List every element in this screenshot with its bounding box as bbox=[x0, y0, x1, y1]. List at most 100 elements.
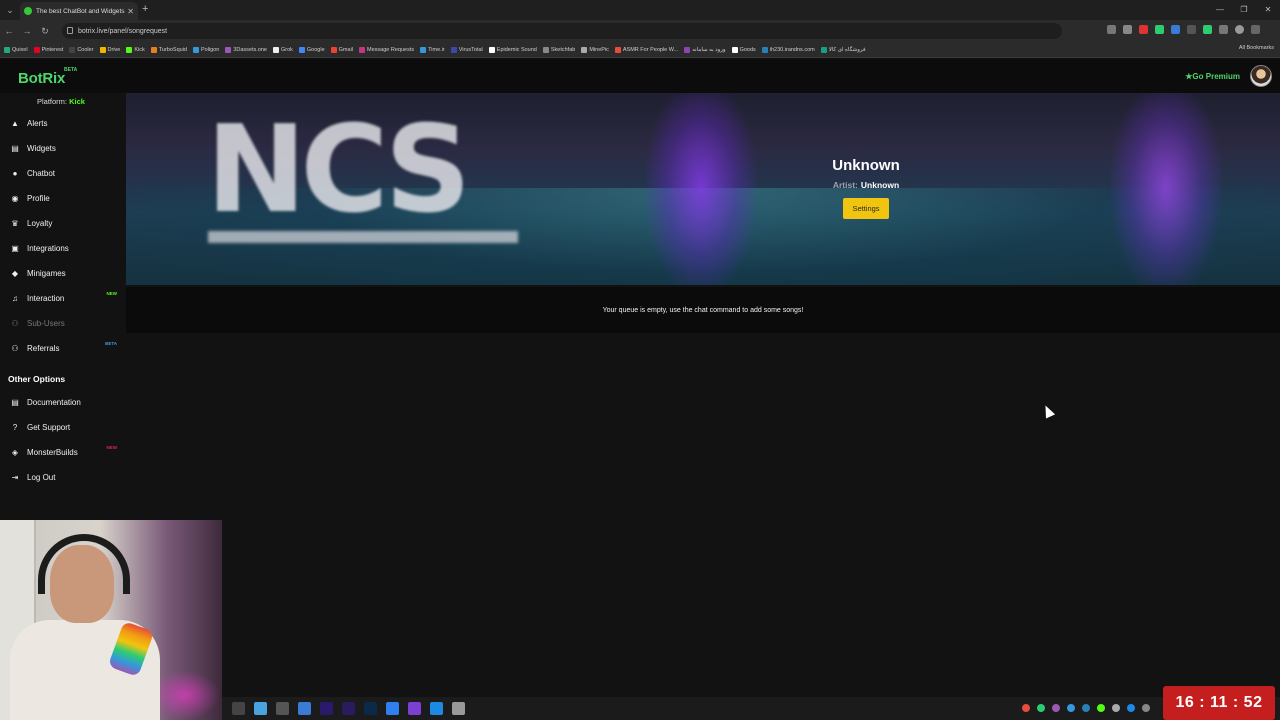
premiere-icon[interactable] bbox=[342, 702, 355, 715]
bookmark-item[interactable]: Cooler bbox=[69, 46, 94, 53]
sidebar-item-chatbot[interactable]: ● Chatbot bbox=[0, 163, 125, 183]
url-text: botrix.live/panel/songrequest bbox=[78, 27, 168, 35]
bookmark-item[interactable]: فروشگاه ای کالا bbox=[820, 46, 866, 53]
sidebar-item-widgets[interactable]: ▤ Widgets bbox=[0, 138, 125, 158]
after-effects-icon[interactable] bbox=[320, 702, 333, 715]
new-tab-icon[interactable]: + bbox=[142, 3, 148, 15]
banner-glow bbox=[646, 93, 756, 285]
tray-icon[interactable] bbox=[1082, 704, 1090, 712]
sidebar-item-referrals[interactable]: ⚇ Referrals BETA bbox=[0, 338, 125, 358]
mouse-app-icon[interactable] bbox=[452, 702, 465, 715]
bookmark-item[interactable]: VirusTotal bbox=[450, 46, 483, 53]
explorer-icon[interactable] bbox=[254, 702, 267, 715]
tab-title: The best ChatBot and Widgets bbox=[36, 7, 125, 15]
bookmark-item[interactable]: Kick bbox=[126, 46, 145, 53]
bookmark-item[interactable]: Gmail bbox=[330, 46, 353, 53]
extension-icon[interactable] bbox=[1187, 25, 1196, 34]
site-info-icon[interactable] bbox=[67, 27, 73, 34]
extension-icon[interactable] bbox=[1171, 25, 1180, 34]
sidebar-item-monsterbuilds[interactable]: ◈ MonsterBuilds NEW bbox=[0, 442, 125, 462]
tray-icon[interactable] bbox=[1142, 704, 1150, 712]
close-window-icon[interactable]: ✕ bbox=[1256, 0, 1280, 20]
browser-tab[interactable]: The best ChatBot and Widgets ✕ bbox=[20, 2, 138, 20]
rider-icon[interactable] bbox=[408, 702, 421, 715]
url-field[interactable]: botrix.live/panel/songrequest bbox=[62, 23, 1062, 39]
browser-tab-bar: ⌄ The best ChatBot and Widgets ✕ + — ❐ ✕ bbox=[0, 0, 1280, 20]
bookmark-item[interactable]: Time.ir bbox=[420, 46, 445, 53]
extension-icon[interactable] bbox=[1139, 25, 1148, 34]
forward-icon[interactable]: → bbox=[18, 26, 36, 36]
sidebar-item-documentation[interactable]: ▤ Documentation bbox=[0, 392, 125, 412]
settings-button[interactable]: Settings bbox=[843, 198, 889, 219]
bookmark-item[interactable]: Goods bbox=[731, 46, 756, 53]
bookmark-item[interactable]: 3Dassets.one bbox=[225, 46, 267, 53]
sidebar-item-alerts[interactable]: ▲ Alerts bbox=[0, 113, 125, 133]
sidebar-item-integrations[interactable]: ▣ Integrations bbox=[0, 238, 125, 258]
sidebar-item-sub-users[interactable]: ⚇ Sub-Users bbox=[0, 313, 125, 333]
minimize-icon[interactable]: — bbox=[1208, 0, 1232, 20]
bookmark-item[interactable]: Sketchfab bbox=[542, 46, 575, 53]
address-bar: ← → ↻ botrix.live/panel/songrequest bbox=[0, 20, 1280, 42]
photoshop-icon[interactable] bbox=[364, 702, 377, 715]
sidebar-item-get-support[interactable]: ? Get Support bbox=[0, 417, 125, 437]
go-premium-link[interactable]: ★Go Premium bbox=[1185, 72, 1240, 81]
sidebar-item-log-out[interactable]: ⇥ Log Out bbox=[0, 467, 125, 487]
extension-icon[interactable] bbox=[1107, 25, 1116, 34]
steam-icon[interactable] bbox=[232, 702, 245, 715]
sidebar-item-minigames[interactable]: ◆ Minigames bbox=[0, 263, 125, 283]
bookmark-item[interactable]: ih230.irandns.com bbox=[761, 46, 815, 53]
user-avatar[interactable] bbox=[1250, 65, 1272, 87]
warning-icon: ▲ bbox=[11, 118, 19, 128]
bookmark-item[interactable]: ASMR For People W... bbox=[614, 46, 678, 53]
bookmark-item[interactable]: Poligon bbox=[192, 46, 219, 53]
song-title: Unknown bbox=[832, 157, 900, 174]
app-header: BotRix BETA ★Go Premium bbox=[0, 59, 1280, 93]
tray-icon[interactable] bbox=[1097, 704, 1105, 712]
reload-icon[interactable]: ↻ bbox=[36, 26, 54, 37]
tray-icon[interactable] bbox=[1067, 704, 1075, 712]
bookmark-item[interactable]: Pinterest bbox=[33, 46, 63, 53]
app-icon[interactable] bbox=[298, 702, 311, 715]
close-tab-icon[interactable]: ✕ bbox=[127, 7, 134, 16]
tray-icon[interactable] bbox=[1127, 704, 1135, 712]
maximize-icon[interactable]: ❐ bbox=[1232, 0, 1256, 20]
bookmark-item[interactable]: ورود به سامانه bbox=[684, 46, 726, 53]
blender-icon[interactable] bbox=[386, 702, 399, 715]
tray-icon[interactable] bbox=[1022, 704, 1030, 712]
profile-icon[interactable] bbox=[1235, 25, 1244, 34]
extensions-puzzle-icon[interactable] bbox=[1219, 25, 1228, 34]
botrix-favicon-icon bbox=[24, 7, 32, 15]
back-icon[interactable]: ← bbox=[0, 26, 18, 36]
bookmark-item[interactable]: Message Requests bbox=[359, 46, 414, 53]
bookmark-star-icon[interactable] bbox=[1123, 25, 1132, 34]
bookmark-item[interactable]: Grok bbox=[272, 46, 293, 53]
sidebar-item-interaction[interactable]: ♫ Interaction NEW bbox=[0, 288, 125, 308]
webcam-light bbox=[150, 670, 220, 720]
bookmark-item[interactable]: MinePic bbox=[581, 46, 609, 53]
all-bookmarks[interactable]: All Bookmarks bbox=[1239, 45, 1274, 51]
user-icon: ◉ bbox=[11, 193, 19, 203]
tray-icon[interactable] bbox=[1112, 704, 1120, 712]
platform-name: Kick bbox=[69, 97, 85, 106]
menu-icon[interactable] bbox=[1251, 25, 1260, 34]
sidebar-item-profile[interactable]: ◉ Profile bbox=[0, 188, 125, 208]
extension-icon[interactable] bbox=[1203, 25, 1212, 34]
botrix-logo[interactable]: BotRix bbox=[18, 70, 65, 87]
tray-icon[interactable] bbox=[1052, 704, 1060, 712]
app-icon[interactable] bbox=[430, 702, 443, 715]
sidebar-item-loyalty[interactable]: ♛ Loyalty bbox=[0, 213, 125, 233]
bookmark-item[interactable]: Drive bbox=[99, 46, 120, 53]
bookmark-item[interactable]: Epidemic Sound bbox=[488, 46, 537, 53]
bookmark-item[interactable]: Quixel bbox=[4, 46, 28, 53]
chat-icon: ● bbox=[12, 168, 18, 178]
ncs-logo: NCS bbox=[206, 101, 471, 240]
tray-icon[interactable] bbox=[1037, 704, 1045, 712]
extension-icon[interactable] bbox=[1155, 25, 1164, 34]
beta-label: BETA bbox=[64, 67, 78, 73]
tab-search-icon[interactable]: ⌄ bbox=[0, 0, 20, 20]
song-artist: Artist: Unknown bbox=[832, 180, 900, 190]
queue-empty-message: Your queue is empty, use the chat comman… bbox=[126, 287, 1280, 333]
terminal-icon[interactable] bbox=[276, 702, 289, 715]
bookmark-item[interactable]: Google bbox=[298, 46, 325, 53]
bookmark-item[interactable]: TurboSquid bbox=[150, 46, 187, 53]
